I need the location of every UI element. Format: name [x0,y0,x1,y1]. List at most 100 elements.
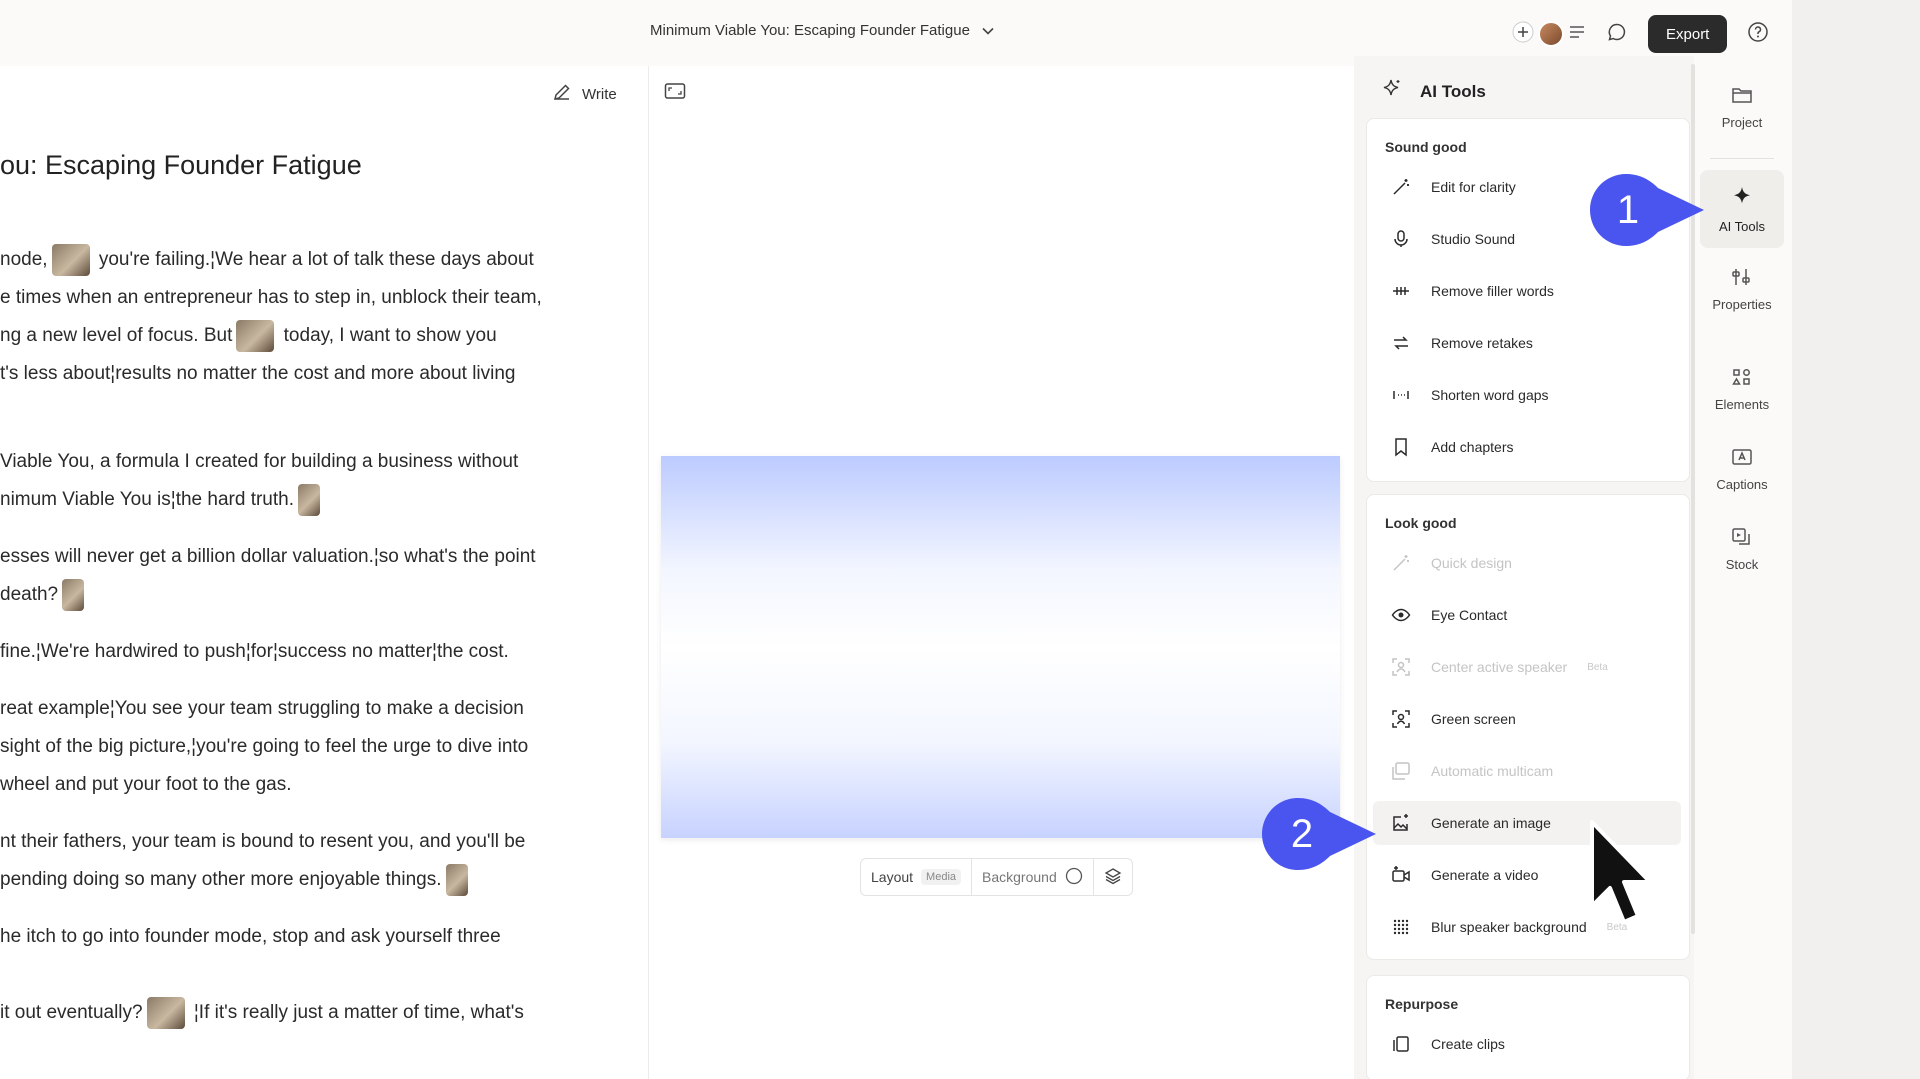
transcript-line[interactable]: reat example¦You see your team strugglin… [0,690,524,728]
comment-icon [1607,22,1627,47]
transcript-text[interactable]: node, [0,249,48,270]
tool-label: Studio Sound [1431,231,1516,247]
transcript-text[interactable]: e times when an entrepreneur has to step… [0,287,542,308]
help-icon [1747,21,1769,48]
transcript-line[interactable]: fine.¦We're hardwired to push¦for¦succes… [0,633,509,671]
transcript-line[interactable]: pending doing so many other more enjoyab… [0,861,472,899]
transcript-text[interactable]: reat example¦You see your team strugglin… [0,698,524,719]
transcript-text[interactable]: ng a new level of focus. But [0,325,232,346]
tool-eye-contact[interactable]: Eye Contact [1373,593,1681,637]
tool-label: Generate a video [1431,867,1539,883]
tool-shorten-word-gaps[interactable]: Shorten word gaps [1373,373,1681,417]
scene-thumbnail[interactable] [236,319,275,352]
list-icon[interactable] [1568,24,1586,45]
transcript-line[interactable]: t's less about¦results no matter the cos… [0,355,516,393]
preview-toolbar: Layout Media Background [860,858,1133,896]
document-title[interactable]: ou: Escaping Founder Fatigue [0,150,362,181]
layers-button[interactable] [1094,859,1132,895]
transcript-text[interactable]: ¦If it's really just a matter of time, w… [189,1002,524,1023]
tool-quick-design[interactable]: Quick design [1373,541,1681,585]
transcript-line[interactable]: esses will never get a billion dollar va… [0,538,536,576]
write-mode-button[interactable]: Write [552,82,617,106]
video-generate-icon [1391,865,1411,885]
comments-button[interactable] [1600,17,1634,51]
scene-thumbnail[interactable] [146,996,185,1029]
avatar[interactable] [1538,21,1564,47]
project-title-dropdown[interactable]: Minimum Viable You: Escaping Founder Fat… [650,22,994,39]
rail-label: Project [1721,114,1763,130]
transcript-line[interactable]: e times when an entrepreneur has to step… [0,279,542,317]
transcript-text[interactable]: sight of the big picture,¦you're going t… [0,736,528,757]
transcript-text[interactable]: nt their fathers, your team is bound to … [0,831,525,852]
transcript-line[interactable]: sight of the big picture,¦you're going t… [0,728,528,766]
scene-thumbnail[interactable] [298,483,320,516]
tool-label: Generate an image [1431,815,1551,831]
transcript-line[interactable]: it out eventually? ¦If it's really just … [0,994,524,1032]
beta-badge: Beta [1587,661,1608,673]
tool-add-chapters[interactable]: Add chapters [1373,425,1681,469]
tool-green-screen[interactable]: Green screen [1373,697,1681,741]
tool-remove-retakes[interactable]: Remove retakes [1373,321,1681,365]
tool-remove-filler-words[interactable]: Remove filler words [1373,269,1681,313]
tool-label: Remove retakes [1431,335,1533,351]
layout-button[interactable]: Layout Media [861,859,971,895]
transcript-text[interactable]: wheel and put your foot to the gas. [0,774,292,795]
plus-icon[interactable] [1512,21,1534,48]
write-label: Write [582,85,617,103]
transcript-line[interactable]: ng a new level of focus. But today, I wa… [0,317,497,355]
transcript-line[interactable]: node, you're failing.¦We hear a lot of t… [0,241,534,279]
help-button[interactable] [1741,17,1775,51]
fit-to-screen-button[interactable] [664,82,686,105]
transcript-text[interactable]: esses will never get a billion dollar va… [0,546,536,567]
chevron-down-icon [982,22,994,39]
tool-label: Automatic multicam [1431,763,1554,779]
transcript-line[interactable]: Viable You, a formula I created for buil… [0,443,518,481]
export-button[interactable]: Export [1648,15,1728,53]
shapes-icon [1731,367,1753,390]
rail-item-captions[interactable]: Captions [1700,430,1784,508]
retake-icon [1391,333,1411,353]
transcript-line[interactable]: nimum Viable You is¦the hard truth. [0,481,324,519]
transcript-line[interactable]: death? [0,576,88,614]
ai-tools-header: AI Tools [1380,78,1486,105]
callout-1-number: 1 [1617,188,1639,232]
scene-thumbnail[interactable] [445,863,468,896]
callout-2: 2 [1260,796,1380,877]
transcript-text[interactable]: Viable You, a formula I created for buil… [0,451,518,472]
rail-divider [1710,158,1774,159]
background-button[interactable]: Background [972,859,1093,895]
scene-thumbnail[interactable] [62,578,85,611]
background-label: Background [982,869,1057,885]
section-title: Repurpose [1385,996,1459,1012]
transcript-text[interactable]: nimum Viable You is¦the hard truth. [0,489,294,510]
layout-badge: Media [921,869,962,885]
tool-center-active-speaker[interactable]: Center active speaker Beta [1373,645,1681,689]
tool-automatic-multicam[interactable]: Automatic multicam [1373,749,1681,793]
rail-item-ai-tools[interactable]: AI Tools [1700,170,1784,248]
transcript-text[interactable]: it out eventually? [0,1002,143,1023]
rail-item-project[interactable]: Project [1700,68,1784,146]
tool-create-clips[interactable]: Create clips [1373,1022,1681,1066]
rail-item-stock[interactable]: Stock [1700,510,1784,588]
transcript-line[interactable]: he itch to go into founder mode, stop an… [0,918,501,956]
collaborators[interactable] [1512,21,1586,48]
scene-thumbnail[interactable] [51,243,90,276]
transcript-text[interactable]: death? [0,584,58,605]
tool-label: Remove filler words [1431,283,1554,299]
transcript-text[interactable]: you're failing.¦We hear a lot of talk th… [94,249,534,270]
transcript-line[interactable]: wheel and put your foot to the gas. [0,766,292,804]
transcript-text[interactable]: he itch to go into founder mode, stop an… [0,926,501,947]
script-editor[interactable]: ou: Escaping Founder Fatigue node, you'r… [0,66,648,1079]
green-screen-icon [1391,709,1411,729]
transcript-text[interactable]: pending doing so many other more enjoyab… [0,869,442,890]
transcript-text[interactable]: t's less about¦results no matter the cos… [0,363,516,384]
rail-item-elements[interactable]: Elements [1700,350,1784,428]
tool-label: Quick design [1431,555,1512,571]
layout-label: Layout [871,869,914,885]
transcript-line[interactable]: nt their fathers, your team is bound to … [0,823,525,861]
rail-item-properties[interactable]: Properties [1700,250,1784,328]
tool-label: Blur speaker background [1431,919,1587,935]
video-preview[interactable] [661,456,1340,838]
transcript-text[interactable]: today, I want to show you [278,325,497,346]
transcript-text[interactable]: fine.¦We're hardwired to push¦for¦succes… [0,641,509,662]
